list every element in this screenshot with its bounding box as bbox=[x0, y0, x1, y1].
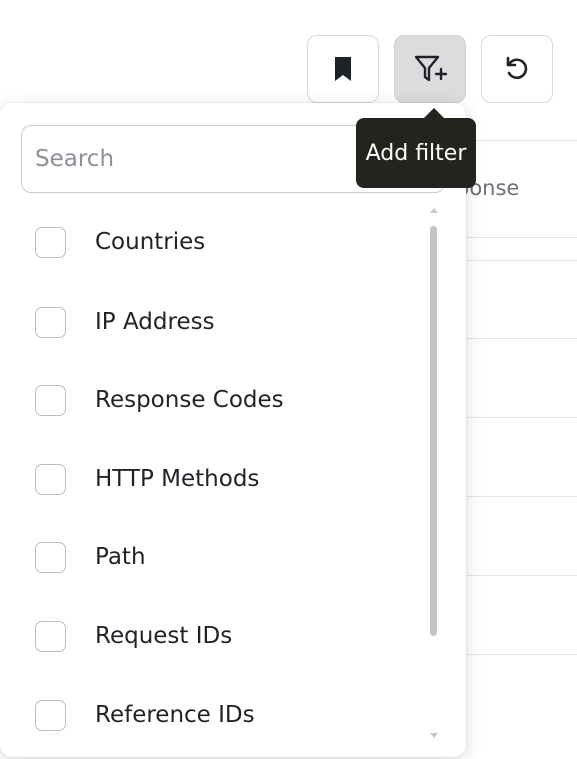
filter-option-request-ids[interactable]: Request IDs bbox=[0, 597, 430, 675]
tooltip-text: Add filter bbox=[365, 140, 467, 166]
filter-option-ip-address[interactable]: IP Address bbox=[0, 283, 430, 361]
checkbox[interactable] bbox=[35, 620, 66, 652]
bookmark-icon bbox=[335, 57, 351, 81]
reset-button[interactable] bbox=[481, 35, 553, 103]
filter-option-countries[interactable]: Countries bbox=[0, 203, 430, 281]
add-filter-tooltip: Add filter bbox=[356, 108, 476, 188]
bookmark-button[interactable] bbox=[307, 35, 379, 103]
filter-dropdown: Countries IP Address Response Codes HTTP… bbox=[0, 103, 466, 757]
checkbox[interactable] bbox=[35, 384, 66, 416]
page: ponse Add filter Countries IP Address Re… bbox=[0, 0, 577, 759]
checkbox[interactable] bbox=[35, 699, 66, 731]
filter-option-label: HTTP Methods bbox=[95, 466, 260, 492]
scrollbar[interactable] bbox=[427, 208, 441, 738]
filter-option-label: Countries bbox=[95, 229, 206, 255]
undo-icon bbox=[506, 56, 528, 80]
scroll-up-arrow-icon[interactable] bbox=[430, 208, 438, 213]
filter-option-label: Response Codes bbox=[95, 387, 284, 413]
filter-option-label: Request IDs bbox=[95, 623, 233, 649]
filter-option-label: Reference IDs bbox=[95, 702, 255, 728]
add-filter-button[interactable] bbox=[394, 35, 466, 103]
checkbox[interactable] bbox=[35, 541, 66, 573]
filter-option-label: IP Address bbox=[95, 309, 215, 335]
filter-option-label: Path bbox=[95, 544, 146, 570]
filter-option-reference-ids[interactable]: Reference IDs bbox=[0, 676, 430, 754]
filter-option-response-codes[interactable]: Response Codes bbox=[0, 361, 430, 439]
checkbox[interactable] bbox=[35, 226, 66, 258]
checkbox[interactable] bbox=[35, 463, 66, 495]
checkbox[interactable] bbox=[35, 306, 66, 338]
filter-option-path[interactable]: Path bbox=[0, 518, 430, 596]
filter-option-http-methods[interactable]: HTTP Methods bbox=[0, 440, 430, 518]
scrollbar-thumb[interactable] bbox=[430, 226, 437, 636]
scroll-down-arrow-icon[interactable] bbox=[430, 733, 438, 738]
filter-add-icon bbox=[414, 55, 447, 82]
